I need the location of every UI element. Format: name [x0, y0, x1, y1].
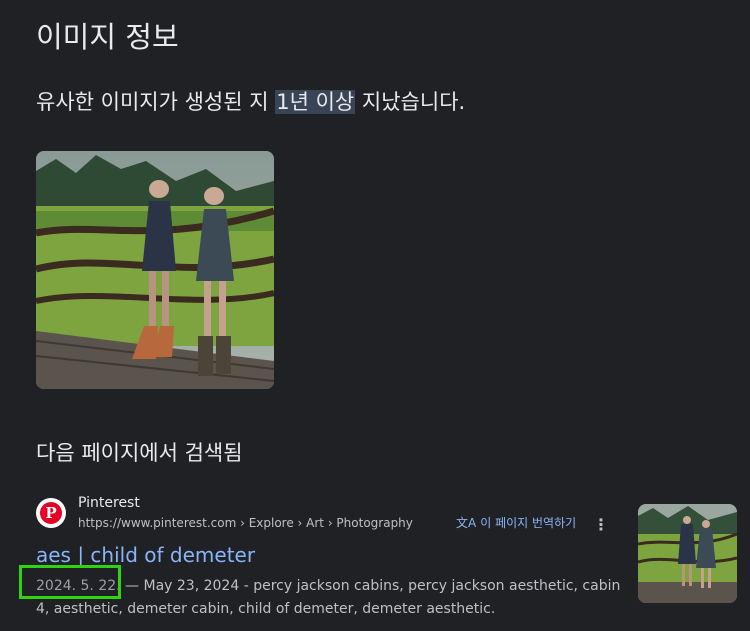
result-snippet: 2024. 5. 22. — May 23, 2024 - percy jack… — [36, 575, 626, 621]
result-thumbnail-photo — [638, 504, 737, 603]
two-girls-fence-photo — [36, 151, 274, 389]
translate-icon: 文A — [456, 516, 477, 530]
result-site-name[interactable]: Pinterest — [78, 495, 140, 511]
notice-prefix: 유사한 이미지가 생성된 지 — [36, 90, 276, 114]
source-image[interactable] — [36, 151, 274, 389]
date-highlight-box — [19, 565, 121, 599]
translate-label: 이 페이지 번역하기 — [480, 516, 577, 530]
result-thumbnail[interactable] — [638, 504, 737, 603]
translate-page-link[interactable]: 文A 이 페이지 번역하기 — [456, 514, 576, 531]
result-snippet-text: — May 23, 2024 - percy jackson cabins, p… — [36, 578, 621, 617]
notice-suffix: 지났습니다. — [355, 90, 466, 114]
result-url-breadcrumb[interactable]: https://www.pinterest.com › Explore › Ar… — [78, 516, 413, 530]
pinterest-logo-letter: P — [40, 502, 62, 524]
notice-highlight: 1년 이상 — [275, 90, 356, 114]
found-on-pages-heading: 다음 페이지에서 검색됨 — [36, 441, 243, 465]
more-options-icon[interactable]: ⋮ — [593, 514, 609, 534]
page-title: 이미지 정보 — [36, 20, 179, 54]
result-title-link[interactable]: aes | child of demeter — [36, 543, 255, 567]
image-age-notice: 유사한 이미지가 생성된 지 1년 이상 지났습니다. — [36, 86, 465, 116]
pinterest-icon: P — [36, 498, 66, 528]
